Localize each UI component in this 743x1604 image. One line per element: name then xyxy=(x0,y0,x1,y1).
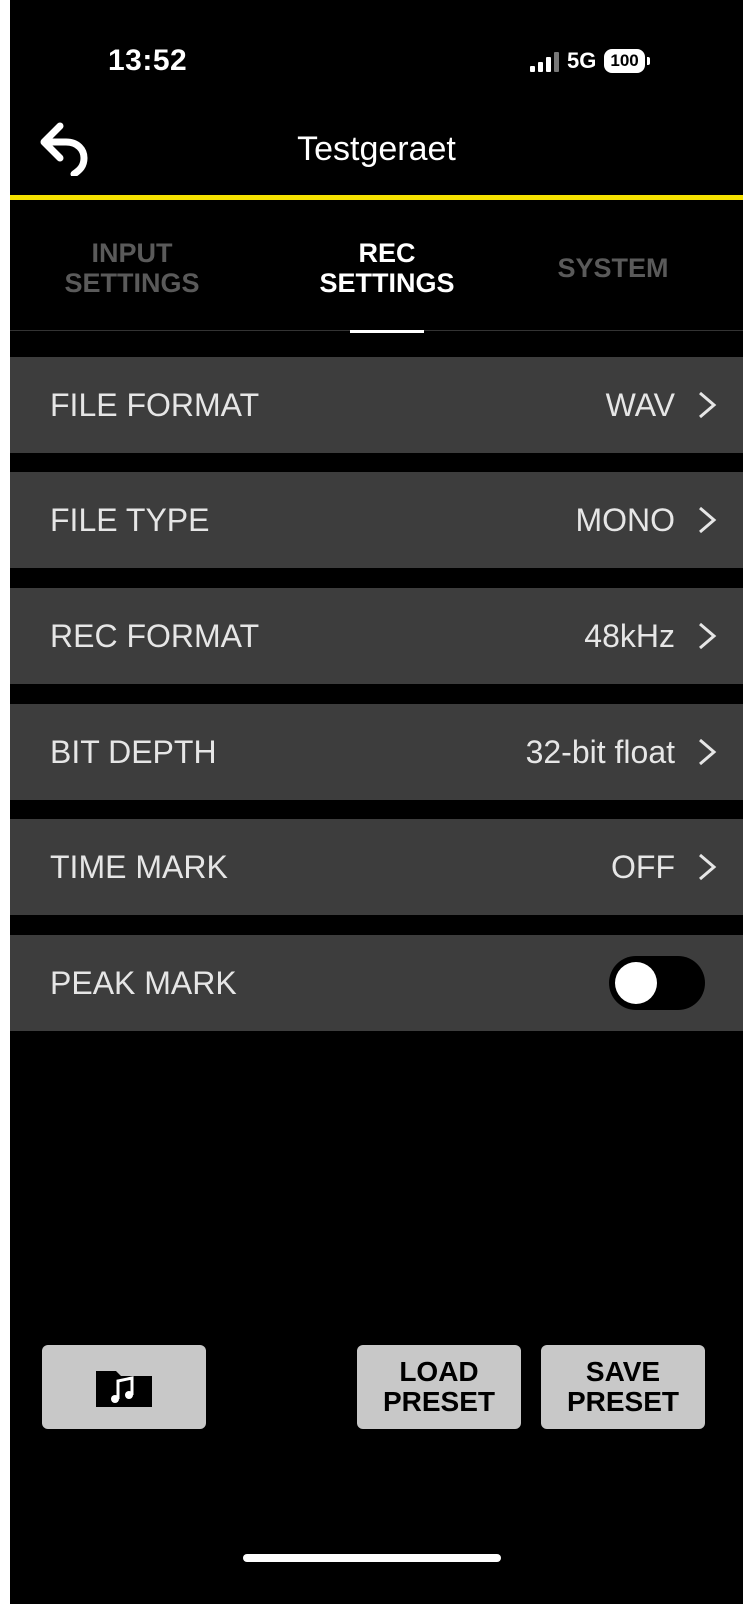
signal-icon xyxy=(530,50,559,72)
setting-label: PEAK MARK xyxy=(50,965,237,1001)
tab-label: SYSTEM xyxy=(557,253,669,283)
setting-value: 48kHz xyxy=(584,618,675,654)
active-tab-indicator xyxy=(350,330,424,333)
load-preset-button[interactable]: LOAD PRESET xyxy=(357,1345,521,1429)
setting-label: REC FORMAT xyxy=(50,618,260,654)
network-label: 5G xyxy=(567,48,597,73)
setting-value: 32-bit float xyxy=(525,734,675,770)
tab-label-line1: REC xyxy=(358,238,416,268)
tab-label-line2: SETTINGS xyxy=(64,268,200,298)
tab-system[interactable]: SYSTEM xyxy=(513,253,713,283)
setting-label: TIME MARK xyxy=(50,849,228,885)
toggle-knob xyxy=(615,962,657,1004)
setting-label: FILE FORMAT xyxy=(50,387,260,423)
status-time: 13:52 xyxy=(108,44,188,77)
chevron-right-icon xyxy=(699,738,717,766)
save-preset-button[interactable]: SAVE PRESET xyxy=(541,1345,705,1429)
button-label-line2: PRESET xyxy=(382,1386,496,1417)
tab-rec-settings[interactable]: REC SETTINGS xyxy=(287,238,487,298)
chevron-right-icon xyxy=(699,506,717,534)
chevron-right-icon xyxy=(699,622,717,650)
music-folder-button[interactable] xyxy=(42,1345,206,1429)
status-indicators: 5G 100 xyxy=(530,44,650,78)
tab-label-line2: SETTINGS xyxy=(319,268,455,298)
setting-row-peak-mark: PEAK MARK xyxy=(10,935,743,1031)
setting-label: FILE TYPE xyxy=(50,502,210,538)
app-screen: 13:52 5G 100 Testgeraet INPUT SETTINGS R… xyxy=(10,0,743,1604)
peak-mark-toggle[interactable] xyxy=(609,956,705,1010)
tab-input-settings[interactable]: INPUT SETTINGS xyxy=(32,238,232,298)
button-label-line1: LOAD xyxy=(399,1356,479,1387)
setting-row-file-format[interactable]: FILE FORMAT WAV xyxy=(10,357,743,453)
home-indicator[interactable] xyxy=(243,1554,501,1562)
tab-label-line1: INPUT xyxy=(91,238,173,268)
chevron-right-icon xyxy=(699,853,717,881)
chevron-right-icon xyxy=(699,391,717,419)
setting-row-time-mark[interactable]: TIME MARK OFF xyxy=(10,819,743,915)
setting-value: MONO xyxy=(575,502,675,538)
battery-icon: 100 xyxy=(604,49,650,73)
setting-value: WAV xyxy=(605,387,675,423)
setting-value: OFF xyxy=(611,849,675,885)
battery-level: 100 xyxy=(604,49,645,73)
music-folder-icon xyxy=(96,1371,152,1407)
setting-row-file-type[interactable]: FILE TYPE MONO xyxy=(10,472,743,568)
setting-row-rec-format[interactable]: REC FORMAT 48kHz xyxy=(10,588,743,684)
setting-row-bit-depth[interactable]: BIT DEPTH 32-bit float xyxy=(10,704,743,800)
button-label-line1: SAVE xyxy=(585,1356,661,1387)
setting-label: BIT DEPTH xyxy=(50,734,217,770)
header-accent-line xyxy=(10,195,743,200)
button-label-line2: PRESET xyxy=(566,1386,680,1417)
page-title: Testgeraet xyxy=(297,130,456,168)
